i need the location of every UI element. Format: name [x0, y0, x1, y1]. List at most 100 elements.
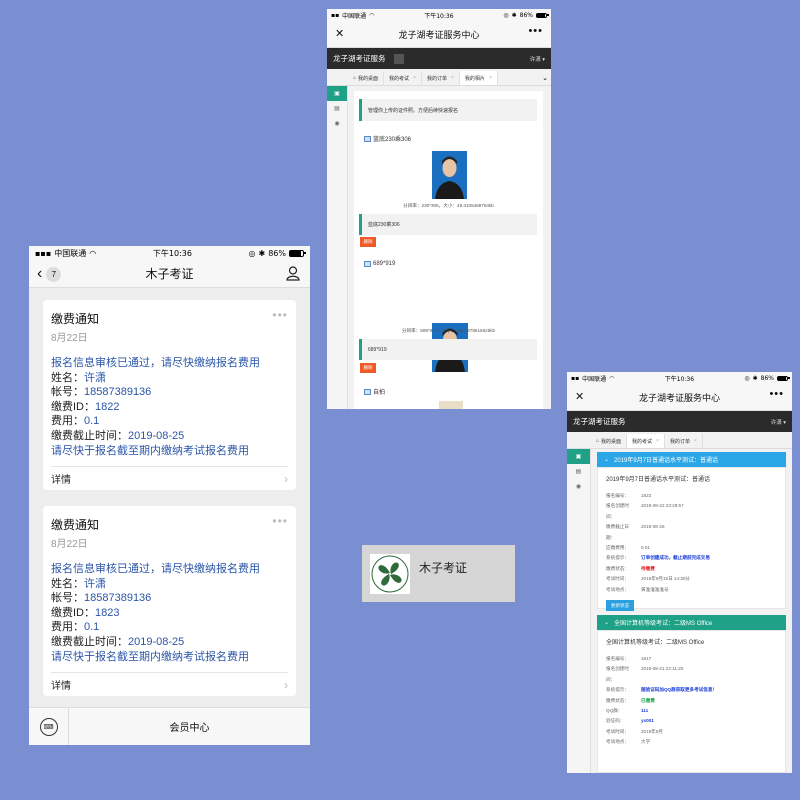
sidebar-item-images[interactable]: ▣	[567, 449, 590, 464]
close-tab-icon[interactable]: ×	[451, 75, 454, 81]
back-button[interactable]: ‹ 7	[37, 265, 62, 283]
refresh-status-button[interactable]: 更新状态	[606, 600, 634, 612]
tab-exams[interactable]: 我的考试 ×	[627, 434, 665, 448]
signal-icon: ▪▪	[331, 11, 340, 19]
detail-key: 报名创建时间：	[606, 666, 629, 682]
lock-icon: ◎	[503, 11, 509, 19]
detail-row: 报名编号： 1817	[606, 654, 777, 664]
detail-key: 考试地点：	[606, 739, 629, 745]
carrier: 中国联通	[582, 375, 607, 383]
detail-key: QQ群：	[606, 708, 623, 714]
close-icon[interactable]: ✕	[335, 27, 344, 40]
tab-exams[interactable]: 我的考试 ×	[384, 71, 422, 85]
payid-value: 1823	[95, 606, 120, 619]
menu-toggle-icon[interactable]	[393, 53, 404, 64]
sidebar-item-docs[interactable]: ▤	[327, 101, 347, 116]
detail-label: 详情	[51, 475, 71, 487]
more-icon[interactable]: •••	[272, 308, 288, 322]
field-label: 缴费截止时间：	[51, 429, 128, 442]
card-title: 缴费通知	[51, 312, 100, 326]
keyboard-toggle[interactable]: ⌨	[29, 708, 69, 745]
account-value: 18587389136	[84, 592, 152, 605]
photo-meta: 分辨率：230*306，大小：49.3105468754kb	[403, 203, 494, 208]
bluetooth-icon: ✱	[258, 248, 266, 258]
bluetooth-icon: ✱	[752, 374, 758, 382]
chevron-left-icon: ‹	[37, 265, 43, 282]
tab-desktop[interactable]: ⌂ 我的桌面	[348, 71, 385, 85]
panel-header-text: 全国计算机等级考试：二级MS Office	[614, 621, 713, 627]
more-icon[interactable]: •••	[272, 514, 288, 528]
tab-photos[interactable]: 我的相片 ×	[459, 71, 498, 85]
detail-row: 缴费状态： 待缴费	[606, 564, 777, 574]
tab-label: 我的相片	[464, 75, 485, 82]
logo	[370, 554, 410, 594]
detail-key: 考试时间：	[606, 728, 629, 734]
bluetooth-icon: ✱	[511, 11, 517, 19]
menu-member-center[interactable]: 会员中心	[69, 719, 310, 734]
detail-row: 考试时间： 2019年9月15日 14:30分	[606, 574, 777, 584]
tab-label: 我的订单	[426, 75, 447, 82]
detail-value: 0.01	[641, 545, 650, 551]
sidebar-item-settings[interactable]: ◉	[327, 116, 347, 131]
sidebar-item-settings[interactable]: ◉	[567, 479, 590, 494]
close-tab-icon[interactable]: ×	[694, 438, 697, 444]
card-remark: 请尽快于报名截至期内缴纳考试报名费用	[51, 444, 249, 457]
photos-notice: 管理你上传的证件照。方便后续快速报名	[359, 99, 537, 121]
close-tab-icon[interactable]: ×	[413, 75, 416, 81]
app-header: 龙子湖考证服务 许潇 ▾	[567, 411, 792, 432]
user-menu[interactable]: 许潇 ▾	[530, 55, 545, 63]
tab-scroll-button[interactable]: ⌄	[539, 71, 551, 85]
account-value: 18587389136	[84, 386, 152, 399]
signal-icon: ▪▪	[571, 374, 580, 382]
detail-link[interactable]: 详情 ›	[51, 466, 288, 490]
photo-title: 蓝底230乘306	[373, 137, 412, 143]
exam-card: 全国计算机等级考试：二级MS Office 报名编号： 1817 报名创建时间： 20…	[597, 630, 786, 773]
detail-row: 报名编号： 1823	[606, 491, 777, 501]
photo-thumbnail[interactable]	[439, 401, 463, 409]
wifi-icon: ◠	[609, 374, 615, 382]
status-time: 下午10:36	[424, 12, 454, 20]
user-menu[interactable]: 许潇 ▾	[771, 418, 786, 426]
sidebar-item-docs[interactable]: ▤	[567, 464, 590, 479]
battery-icon	[289, 249, 306, 257]
photo-thumbnail[interactable]	[432, 151, 467, 199]
delete-button[interactable]: 删除	[360, 237, 376, 247]
detail-value: 2019-08-21 22:11:20	[641, 666, 684, 672]
profile-icon[interactable]	[286, 266, 300, 281]
sidebar-item-images[interactable]: ▣	[327, 86, 347, 101]
exam-subtitle: 全国计算机等级考试：二级MS Office	[606, 640, 705, 646]
photo-header: 蓝底230乘306	[364, 134, 411, 143]
photo-header: 自拍	[364, 387, 385, 396]
photo-meta: 分辨率：689*919，大小：168.5478515625kb	[401, 328, 496, 333]
delete-button[interactable]: 删除	[360, 363, 376, 373]
tab-label: 我的桌面	[358, 75, 379, 82]
card-date: 8月22日	[51, 333, 88, 344]
more-icon[interactable]: •••	[769, 388, 784, 400]
close-icon[interactable]: ✕	[575, 390, 584, 403]
detail-key: 缴费状态：	[606, 697, 629, 703]
detail-row: 系统提示： 随验证码加QQ群获取更多考试信息！	[606, 685, 777, 695]
chat-title: 木子考证	[145, 267, 194, 281]
tab-orders[interactable]: 我的订单 ×	[665, 434, 703, 448]
detail-key: 报名创建时间：	[606, 503, 629, 519]
close-tab-icon[interactable]: ×	[489, 75, 492, 81]
image-icon	[364, 388, 371, 395]
gear-icon: ◉	[334, 121, 340, 127]
payment-notice-card[interactable]: 缴费通知 8月22日 ••• 报名信息审核已通过，请尽快缴纳报名费用 姓名：许潇…	[43, 506, 296, 697]
detail-link[interactable]: 详情 ›	[51, 672, 288, 696]
more-icon[interactable]: •••	[528, 25, 543, 37]
name-value: 许潇	[84, 577, 106, 590]
detail-key: 验证码：	[606, 718, 625, 724]
battery-text: 86%	[268, 248, 286, 258]
tab-bar: ⌂ 我的桌面 我的考试 × 我的订单 × 我的相片 × ⌄	[327, 69, 551, 86]
tab-desktop[interactable]: ⌂ 我的桌面	[591, 434, 628, 448]
tab-label: 我的订单	[669, 438, 690, 445]
field-label: 缴费ID：	[51, 400, 95, 413]
detail-value: 2019年9月15日 14:30分	[641, 576, 691, 582]
panel-header[interactable]: ⌄ 2019年9月7日普通话水平测试：普通话	[597, 452, 786, 467]
payment-notice-card[interactable]: 缴费通知 8月22日 ••• 报名信息审核已通过，请尽快缴纳报名费用 姓名：许潇…	[43, 300, 296, 491]
panel-header[interactable]: ⌄ 全国计算机等级考试：二级MS Office	[597, 615, 786, 630]
close-tab-icon[interactable]: ×	[656, 438, 659, 444]
tab-orders[interactable]: 我的订单 ×	[422, 71, 460, 85]
tab-label: 我的考试	[389, 75, 410, 82]
